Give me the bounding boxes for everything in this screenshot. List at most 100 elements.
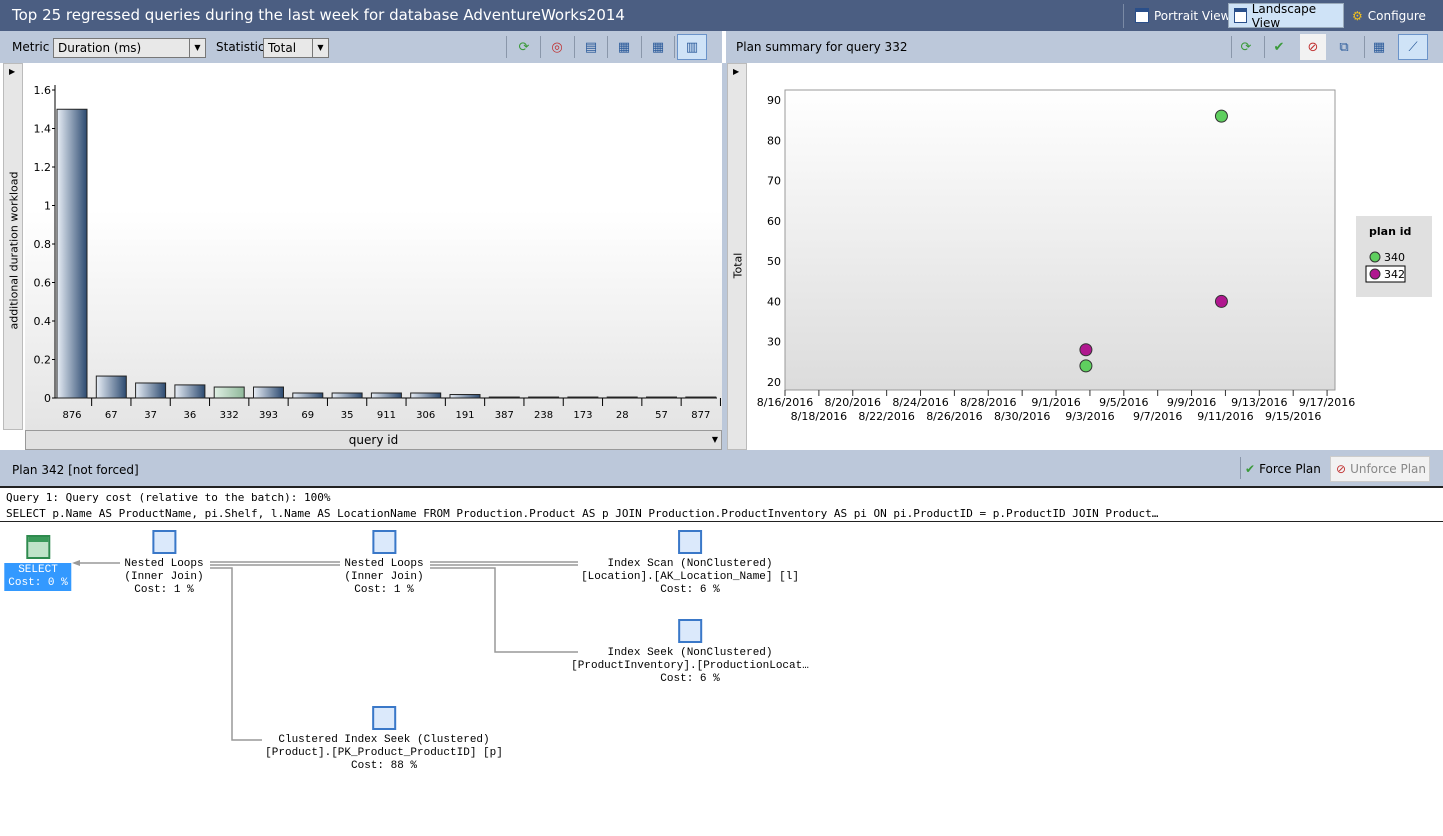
x-tick-label: 8/22/2016	[858, 410, 914, 423]
y-tick-label: 20	[767, 376, 781, 389]
portrait-view-icon	[1135, 8, 1149, 23]
connector	[210, 561, 340, 566]
track-query-icon: ◎	[551, 39, 563, 55]
plan-node-nested-loops-1[interactable]: Nested Loops (Inner Join) Cost: 1 %	[124, 530, 204, 597]
bar-911	[370, 392, 402, 399]
x-tick-label: 393	[259, 410, 278, 421]
x-tick-label: 8/26/2016	[926, 410, 982, 423]
x-tick-label: 57	[655, 410, 668, 421]
chart-button[interactable]: ▥	[677, 34, 707, 60]
x-tick-label: 877	[691, 410, 710, 421]
x-axis-label: query id	[348, 433, 399, 447]
compare-plans-button[interactable]: ⧉	[1331, 34, 1357, 60]
grid-icon: ▦	[1372, 39, 1386, 55]
node-label: Nested Loops	[124, 558, 204, 570]
node-sublabel: [Location].[AK_Location_Name] [l]	[581, 571, 799, 583]
plan-node-select[interactable]: SELECT Cost: 0 %	[4, 535, 72, 591]
unforce-plan-button[interactable]: ⊘ Unforce Plan	[1330, 456, 1430, 482]
point-plan-342	[1214, 294, 1228, 308]
unforce-plan-icon: ⊘	[1307, 39, 1319, 55]
x-axis-select[interactable]: query id ▼	[25, 430, 722, 450]
bar-67	[95, 375, 127, 399]
unforce-plan-label: Unforce Plan	[1350, 462, 1427, 476]
track-query-button[interactable]: ◎	[544, 34, 570, 60]
node-cost: Cost: 1 %	[354, 584, 414, 596]
legend-marker	[1369, 268, 1381, 280]
query-sql-line: SELECT p.Name AS ProductName, pi.Shelf, …	[6, 507, 1159, 520]
x-tick-label: 173	[573, 410, 592, 421]
node-label: SELECT	[18, 564, 58, 576]
bar-28	[606, 396, 638, 399]
y-tick-label: 0.6	[34, 277, 52, 290]
force-plan-button[interactable]: ✔ Force Plan	[1245, 457, 1321, 481]
x-tick-label: 387	[495, 410, 514, 421]
y-tick-label: 0.4	[34, 315, 52, 328]
refresh-button[interactable]: ⟳	[511, 34, 537, 60]
plan-node-clustered-index-seek[interactable]: Clustered Index Seek (Clustered) [Product…	[265, 706, 503, 773]
y-tick-label: 1.2	[34, 161, 52, 174]
index-seek-icon	[677, 619, 702, 643]
x-tick-label: 9/9/2016	[1167, 396, 1216, 409]
grid-button[interactable]: ▦	[611, 34, 637, 60]
legend-title: plan id	[1369, 225, 1411, 238]
x-tick-label: 9/7/2016	[1133, 410, 1182, 423]
statistic-select[interactable]: Total ▼	[263, 38, 329, 58]
x-tick-label: 28	[616, 410, 629, 421]
x-tick-label: 9/11/2016	[1197, 410, 1253, 423]
legend-marker	[1369, 251, 1381, 263]
plan-node-index-scan[interactable]: Index Scan (NonClustered) [Location].[AK_…	[581, 530, 799, 597]
plot-area	[784, 89, 1336, 391]
y-tick-label: 30	[767, 336, 781, 349]
metric-select[interactable]: Duration (ms) ▼	[53, 38, 206, 58]
clustered-index-seek-icon	[371, 706, 396, 730]
landscape-view-label: Landscape View	[1251, 1, 1317, 30]
grid-detail-button[interactable]: ▦	[645, 34, 671, 60]
force-plan-icon: ✔	[1273, 39, 1285, 55]
x-tick-label: 9/15/2016	[1265, 410, 1321, 423]
configure-button[interactable]: ⚙ Configure	[1347, 3, 1431, 28]
view-query-button[interactable]: ▤	[578, 34, 604, 60]
force-plan-toolbar-button[interactable]: ✔	[1266, 34, 1292, 60]
y-tick-label: 1.4	[34, 123, 52, 136]
plan-node-nested-loops-2[interactable]: Nested Loops (Inner Join) Cost: 1 %	[344, 530, 424, 597]
unforce-plan-toolbar-button[interactable]: ⊘	[1300, 34, 1326, 60]
landscape-view-button[interactable]: Landscape View	[1228, 1, 1344, 30]
left-collapse-strip[interactable]: ▶ additional duration workload	[3, 63, 23, 430]
bar-chart: 0 0.2 0.4 0.6 0.8 1 1.2 1.4 1.6 876 67 37 36 332 393 69…	[25, 63, 722, 430]
right-collapse-strip[interactable]: ▶ Total	[727, 63, 747, 450]
plan-node-index-seek[interactable]: Index Seek (NonClustered) [ProductInvento…	[571, 619, 809, 686]
x-tick-label: 8/30/2016	[994, 410, 1050, 423]
refresh-icon: ⟳	[518, 39, 530, 55]
landscape-view-icon	[1234, 8, 1247, 23]
y-tick-label: 80	[767, 134, 781, 147]
compare-plans-icon: ⧉	[1339, 39, 1349, 55]
x-tick-label: 9/13/2016	[1231, 396, 1287, 409]
grid-button[interactable]: ▦	[1366, 34, 1392, 60]
chevron-down-icon: ▼	[312, 39, 328, 57]
y-tick-label: 60	[767, 215, 781, 228]
bar-57	[646, 396, 677, 399]
x-tick-label: 8/16/2016	[757, 396, 813, 409]
bar-36	[174, 384, 206, 399]
node-cost: Cost: 6 %	[660, 584, 720, 596]
bar-chart-icon: ▥	[685, 39, 699, 55]
refresh-button[interactable]: ⟳	[1233, 34, 1259, 60]
bar-306	[410, 392, 442, 399]
y-tick-label: 0.8	[34, 238, 52, 251]
point-plan-340	[1079, 359, 1093, 373]
force-plan-label: Force Plan	[1259, 462, 1321, 476]
y-tick-label: 50	[767, 255, 781, 268]
x-tick-label: 8/18/2016	[791, 410, 847, 423]
nested-loops-icon	[372, 530, 396, 554]
bar-37	[135, 382, 167, 399]
chart-button[interactable]: ⟋	[1398, 34, 1428, 60]
bar-332	[213, 386, 245, 399]
plan-summary-title: Plan summary for query 332	[736, 40, 908, 54]
point-plan-340	[1214, 109, 1228, 123]
portrait-view-button[interactable]: Portrait View	[1130, 3, 1235, 28]
portrait-view-label: Portrait View	[1154, 8, 1231, 23]
view-query-icon: ▤	[584, 39, 598, 55]
node-label: Index Scan (NonClustered)	[607, 558, 773, 570]
node-label: Index Seek (NonClustered)	[607, 647, 773, 659]
y-axis-label: additional duration workload	[7, 171, 21, 330]
